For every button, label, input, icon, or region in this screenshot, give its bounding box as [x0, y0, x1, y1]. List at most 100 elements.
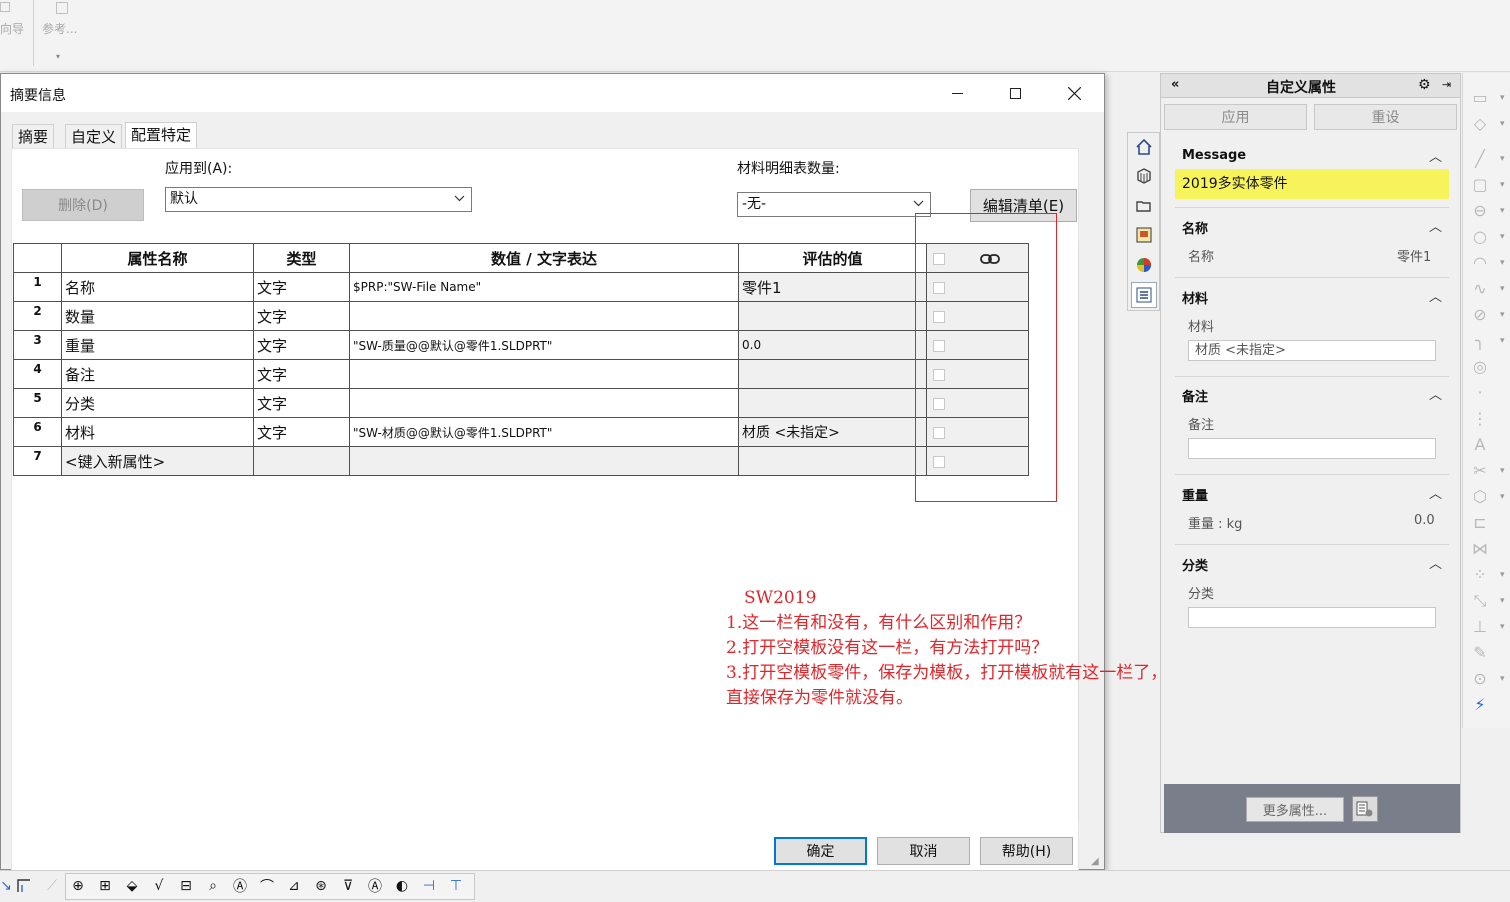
point-icon[interactable]: ·: [1469, 383, 1491, 403]
display-relations-icon[interactable]: ⊥: [1469, 617, 1491, 637]
type-cell[interactable]: [253, 446, 350, 476]
type-cell[interactable]: 文字: [253, 272, 350, 302]
ok-button[interactable]: 确定: [774, 837, 867, 865]
text-tool-icon[interactable]: A: [1469, 435, 1491, 455]
chevron-up-icon[interactable]: ︿: [1429, 483, 1442, 502]
rectangle-icon[interactable]: ▢: [1469, 175, 1491, 195]
close-button[interactable]: [1045, 74, 1103, 112]
new-property-cell[interactable]: <键入新属性>: [61, 446, 254, 476]
table-row[interactable]: 2 数量 文字: [13, 301, 1029, 331]
table-row[interactable]: 4 备注 文字: [13, 359, 1029, 389]
offset-entities-icon[interactable]: ⊏: [1469, 513, 1491, 533]
filter-curves-icon[interactable]: ⌒: [255, 874, 279, 898]
filter-planes-icon[interactable]: ⊣: [417, 874, 441, 898]
maximize-button[interactable]: [986, 74, 1044, 112]
filter-axes-icon[interactable]: ⌕: [201, 874, 225, 898]
circle-icon[interactable]: ○: [1469, 227, 1491, 247]
filter-points-icon[interactable]: ⊛: [309, 874, 333, 898]
chevron-up-icon[interactable]: ︿: [1429, 216, 1442, 235]
type-cell[interactable]: 文字: [253, 417, 350, 447]
resize-grip-icon[interactable]: ◢: [1091, 856, 1099, 867]
home-tab[interactable]: [1131, 134, 1157, 160]
type-cell[interactable]: 文字: [253, 330, 350, 360]
type-cell[interactable]: 文字: [253, 359, 350, 389]
table-row[interactable]: 7 <键入新属性>: [13, 446, 1029, 476]
instant2d-icon[interactable]: ⚡: [1469, 695, 1491, 715]
expression-cell[interactable]: "SW-质量@@默认@零件1.SLDPRT": [349, 330, 739, 360]
fillet-icon[interactable]: ╮: [1469, 331, 1491, 351]
material-field[interactable]: 材质 <未指定>: [1188, 340, 1436, 361]
property-name-cell[interactable]: 名称: [61, 272, 254, 302]
minimize-button[interactable]: [928, 74, 986, 112]
header-value-expression[interactable]: 数值 / 文字表达: [349, 243, 739, 273]
type-cell[interactable]: 文字: [253, 301, 350, 331]
relation-tool-icon[interactable]: [12, 874, 36, 898]
table-row[interactable]: 3 重量 文字 "SW-质量@@默认@零件1.SLDPRT" 0.0: [13, 330, 1029, 360]
appearances-tab[interactable]: [1131, 252, 1157, 278]
dimension-tool-icon[interactable]: ⟋: [40, 874, 64, 898]
repair-sketch-icon[interactable]: ✎: [1469, 643, 1491, 663]
filter-edges-icon[interactable]: ⊞: [93, 874, 117, 898]
chevron-up-icon[interactable]: ︿: [1429, 553, 1442, 572]
filter-solids-icon[interactable]: ⊟: [174, 874, 198, 898]
expression-cell[interactable]: [349, 446, 739, 476]
move-entities-icon[interactable]: ⤡: [1469, 591, 1491, 611]
line-tool-icon[interactable]: ╱: [1469, 149, 1491, 169]
chevron-up-icon[interactable]: ︿: [1429, 384, 1442, 403]
type-cell[interactable]: 文字: [253, 388, 350, 418]
pin-icon[interactable]: ⇥: [1442, 78, 1451, 91]
expression-cell[interactable]: [349, 388, 739, 418]
property-name-cell[interactable]: 分类: [61, 388, 254, 418]
property-name-cell[interactable]: 备注: [61, 359, 254, 389]
rectangle-tool-icon[interactable]: ▭: [1469, 88, 1491, 108]
more-properties-button[interactable]: 更多属性...: [1246, 797, 1344, 822]
table-row[interactable]: 5 分类 文字: [13, 388, 1029, 418]
bom-qty-select[interactable]: -无-: [737, 192, 931, 217]
cancel-button[interactable]: 取消: [877, 837, 970, 865]
reference-tool[interactable]: 参考...: [42, 2, 77, 37]
spline-icon[interactable]: ∿: [1469, 279, 1491, 299]
slot-icon[interactable]: ⊖: [1469, 201, 1491, 221]
chevron-up-icon[interactable]: ︿: [1429, 146, 1442, 165]
filter-notes-icon[interactable]: Ⓐ: [228, 874, 252, 898]
filter-faces-icon[interactable]: ⬙: [120, 874, 144, 898]
filter-welds-icon[interactable]: ⊤: [444, 874, 468, 898]
linear-pattern-icon[interactable]: ⁘: [1469, 565, 1491, 585]
reset-button[interactable]: 重设: [1314, 104, 1457, 130]
tab-summary[interactable]: 摘要: [12, 124, 55, 148]
quick-snaps-icon[interactable]: ⊙: [1469, 669, 1491, 689]
expression-cell[interactable]: "SW-材质@@默认@零件1.SLDPRT": [349, 417, 739, 447]
apply-to-select[interactable]: 默认: [165, 187, 472, 212]
header-evaluated-value[interactable]: 评估的值: [738, 243, 927, 273]
convert-entities-icon[interactable]: ⬡: [1469, 487, 1491, 507]
arc-icon[interactable]: ◠: [1469, 253, 1491, 273]
custom-properties-tab[interactable]: [1131, 282, 1157, 308]
view-palette-tab[interactable]: [1131, 222, 1157, 248]
tab-config-specific[interactable]: 配置特定: [125, 122, 198, 149]
remark-field[interactable]: [1188, 438, 1436, 459]
filter-surfaces-icon[interactable]: √: [147, 874, 171, 898]
ellipse-icon[interactable]: ⊘: [1469, 305, 1491, 325]
chevron-up-icon[interactable]: ︿: [1429, 286, 1442, 305]
filter-datum-icon[interactable]: ⊽: [336, 874, 360, 898]
expression-cell[interactable]: $PRP:"SW-File Name": [349, 272, 739, 302]
apply-button[interactable]: 应用: [1164, 104, 1307, 130]
expression-cell[interactable]: [349, 301, 739, 331]
file-explorer-tab[interactable]: [1131, 193, 1157, 219]
expression-cell[interactable]: [349, 359, 739, 389]
filter-dimensions-icon[interactable]: ⊿: [282, 874, 306, 898]
wizard-tool[interactable]: 向导: [0, 2, 24, 37]
header-property-name[interactable]: 属性名称: [61, 243, 254, 273]
help-button[interactable]: 帮助(H): [980, 837, 1073, 865]
table-row[interactable]: 6 材料 文字 "SW-材质@@默认@零件1.SLDPRT" 材质 <未指定>: [13, 417, 1029, 447]
filter-cosmetic-icon[interactable]: ◐: [390, 874, 414, 898]
property-name-cell[interactable]: 材料: [61, 417, 254, 447]
mirror-entities-icon[interactable]: ⋈: [1469, 539, 1491, 559]
table-row[interactable]: 1 名称 文字 $PRP:"SW-File Name" 零件1: [13, 272, 1029, 302]
reference-dropdown-icon[interactable]: ▾: [56, 52, 60, 61]
property-name-cell[interactable]: 数量: [61, 301, 254, 331]
trim-icon[interactable]: ✂: [1469, 461, 1491, 481]
smart-dimension-icon[interactable]: ◇: [1469, 114, 1491, 134]
category-field[interactable]: [1188, 607, 1436, 628]
polygon-icon[interactable]: ◎: [1469, 357, 1491, 377]
